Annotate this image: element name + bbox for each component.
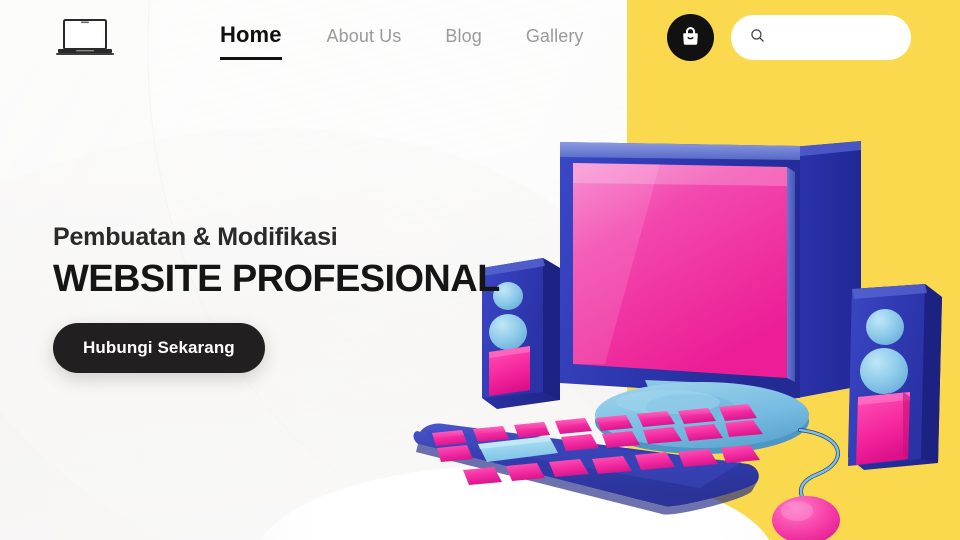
nav-link-home[interactable]: Home xyxy=(220,22,282,60)
hero-kicker: Pembuatan & Modifikasi xyxy=(53,223,338,251)
shopping-bag-icon xyxy=(679,25,702,51)
search-icon xyxy=(749,27,766,49)
hero-banner: Home About Us Blog Gallery Pembuatan & M… xyxy=(0,0,960,540)
nav-link-about-us[interactable]: About Us xyxy=(327,26,402,47)
search-bar[interactable] xyxy=(731,15,911,60)
nav-link-gallery[interactable]: Gallery xyxy=(526,26,584,47)
contact-now-button[interactable]: Hubungi Sekarang xyxy=(53,322,265,373)
hero-title: WEBSITE PROFESIONAL xyxy=(53,258,500,300)
nav-link-home-label: Home xyxy=(220,22,282,47)
shopping-bag-button[interactable] xyxy=(667,14,714,61)
nav-link-blog[interactable]: Blog xyxy=(445,26,481,47)
laptop-icon[interactable] xyxy=(56,18,114,58)
hero-content: Pembuatan & Modifikasi WEBSITE PROFESION… xyxy=(53,222,500,373)
background-yellow-panel xyxy=(627,0,960,540)
nav-links: Home About Us Blog Gallery xyxy=(220,22,584,60)
search-input[interactable] xyxy=(776,29,906,46)
top-navigation-bar: Home About Us Blog Gallery xyxy=(0,0,960,76)
nav-active-underline xyxy=(220,57,282,60)
